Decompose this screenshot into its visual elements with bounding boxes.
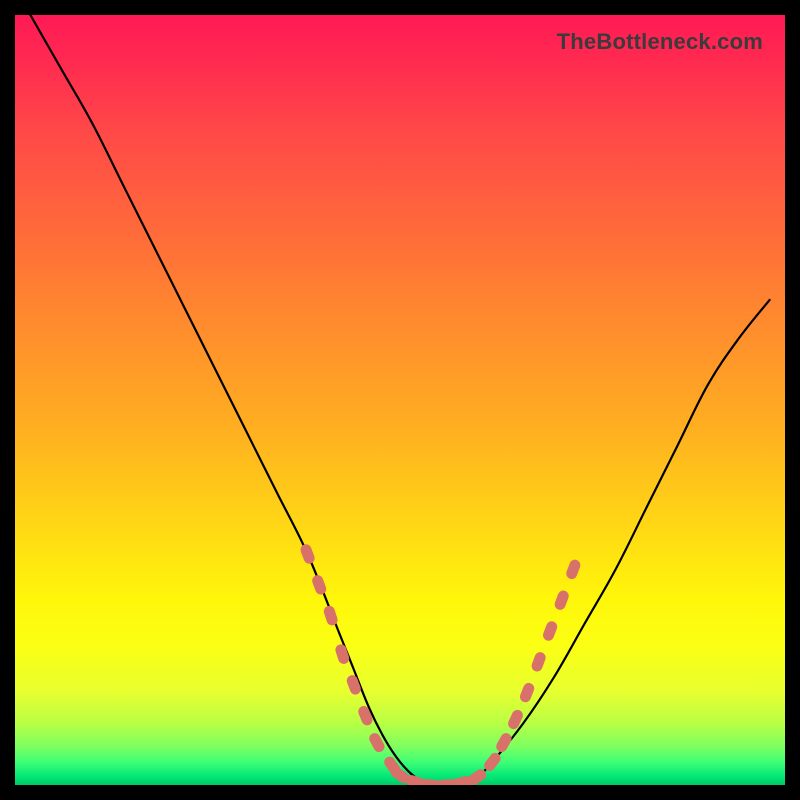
range-dot xyxy=(311,574,328,597)
range-dot xyxy=(506,708,524,731)
range-dot xyxy=(299,543,316,566)
bottleneck-curve-svg xyxy=(15,15,785,785)
range-dot xyxy=(518,681,536,704)
range-dot xyxy=(530,651,547,674)
bottleneck-curve-path xyxy=(30,15,769,785)
range-dots-group xyxy=(299,543,582,785)
range-dot xyxy=(494,731,513,754)
chart-stage: TheBottleneck.com xyxy=(0,0,800,800)
range-dot xyxy=(541,620,558,643)
range-dot xyxy=(565,558,582,581)
range-dot xyxy=(553,589,570,612)
plot-area: TheBottleneck.com xyxy=(15,15,785,785)
range-dot xyxy=(367,731,386,754)
